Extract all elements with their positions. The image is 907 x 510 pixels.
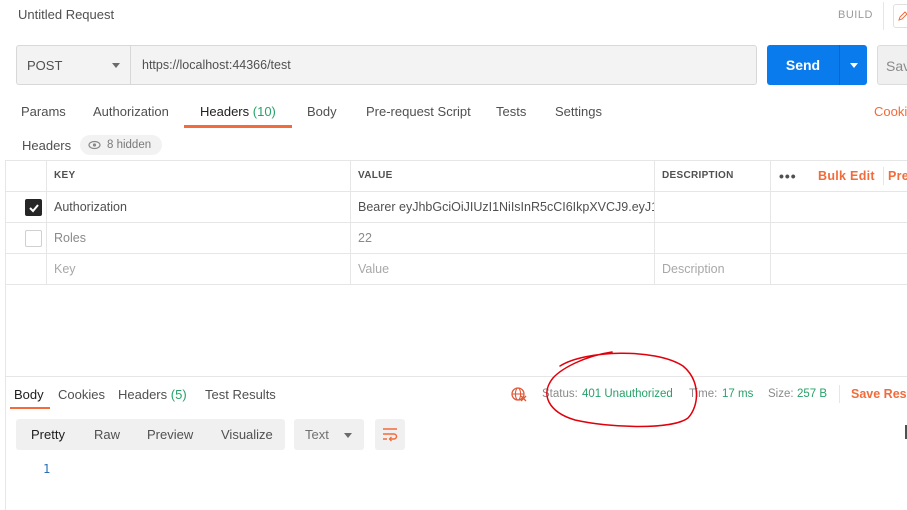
time-label: Time: (689, 388, 718, 400)
send-options-dropdown[interactable] (839, 45, 867, 85)
tab-label: Params (21, 104, 66, 119)
request-title[interactable]: Untitled Request (18, 7, 114, 22)
divider (883, 2, 884, 30)
row-checkbox[interactable] (25, 199, 42, 216)
bulk-edit-link[interactable]: Bulk Edit (818, 161, 875, 191)
view-pretty-button[interactable]: Pretty (31, 427, 65, 442)
row-actions-cell (771, 254, 907, 284)
response-panel: Body Cookies Headers (5) Test Results St… (6, 376, 907, 510)
divider (883, 167, 884, 185)
tab-label: Pre-request Script (366, 104, 471, 119)
row-checkbox[interactable] (25, 230, 42, 247)
tab-pre-request-script[interactable]: Pre-request Script (366, 104, 471, 119)
request-tabs: Params Authorization Headers (10) Body P… (0, 98, 907, 128)
description-cell[interactable] (655, 192, 771, 222)
tab-label: Headers (200, 104, 250, 119)
line-number: 1 (43, 462, 51, 476)
time-value[interactable]: 17 ms (722, 388, 753, 400)
response-tab-test-results[interactable]: Test Results (205, 387, 276, 402)
tab-headers[interactable]: Headers (10) (200, 104, 276, 119)
send-button[interactable]: Send (767, 45, 839, 85)
wrap-lines-button[interactable] (375, 419, 405, 450)
more-icon[interactable]: ••• (779, 161, 797, 191)
column-header-description: DESCRIPTION (655, 161, 771, 191)
save-button[interactable]: Save (877, 45, 907, 85)
new-key-input[interactable]: Key (47, 254, 351, 284)
status-value[interactable]: 401 Unauthorized (582, 388, 673, 400)
key-cell[interactable]: Roles (47, 223, 351, 253)
tab-params[interactable]: Params (21, 104, 66, 119)
value-cell[interactable]: 22 (351, 223, 655, 253)
wrap-icon (383, 428, 398, 442)
new-description-input[interactable]: Description (655, 254, 771, 284)
build-mode-label[interactable]: BUILD (838, 9, 873, 21)
method-label: POST (27, 58, 63, 73)
tab-count: (5) (170, 387, 187, 402)
hidden-headers-toggle[interactable]: 8 hidden (80, 135, 162, 155)
active-tab-indicator (184, 125, 292, 128)
chevron-down-icon (112, 63, 120, 68)
view-preview-button[interactable]: Preview (147, 427, 193, 442)
row-actions-cell (771, 192, 907, 222)
new-value-input[interactable]: Value (351, 254, 655, 284)
size-value[interactable]: 257 B (797, 388, 827, 400)
tab-settings[interactable]: Settings (555, 104, 602, 119)
check-icon (29, 204, 39, 213)
response-tab-body[interactable]: Body (14, 387, 44, 402)
checkbox-cell (6, 192, 47, 222)
eye-icon (88, 140, 101, 150)
tab-label: Tests (496, 104, 527, 119)
tab-tests[interactable]: Tests (496, 104, 526, 119)
format-label: Text (305, 427, 329, 442)
row-actions-cell (771, 223, 907, 253)
headers-section-title: Headers (22, 138, 72, 153)
new-header-row: Key Value Description (6, 254, 907, 285)
tab-authorization[interactable]: Authorization (93, 104, 169, 119)
table-header-cell (6, 161, 47, 191)
response-tab-cookies[interactable]: Cookies (58, 387, 105, 402)
view-mode-group: Pretty Raw Preview Visualize (16, 419, 285, 450)
checkbox-cell (6, 223, 47, 253)
tab-body[interactable]: Body (307, 104, 337, 119)
table-actions: ••• Bulk Edit Presets (771, 161, 907, 191)
hidden-count: 8 hidden (107, 139, 152, 151)
description-cell[interactable] (655, 223, 771, 253)
tab-label: Body (307, 104, 337, 119)
view-visualize-button[interactable]: Visualize (221, 427, 273, 442)
column-header-key: KEY (47, 161, 351, 191)
response-tab-headers[interactable]: Headers (5) (118, 387, 187, 402)
save-response-button[interactable]: Save Response (851, 387, 907, 401)
tab-label: Authorization (93, 104, 169, 119)
table-row: Authorization Bearer eyJhbGciOiJIUzI1NiI… (6, 192, 907, 223)
column-header-value: VALUE (351, 161, 655, 191)
method-select[interactable]: POST (16, 45, 131, 85)
edit-icon[interactable] (893, 4, 907, 28)
divider (839, 385, 840, 403)
cookies-link[interactable]: Cookies (874, 104, 907, 119)
request-header: Untitled Request BUILD (0, 0, 907, 32)
tab-label: Settings (555, 104, 602, 119)
status-label: Status: (542, 388, 578, 400)
table-header-row: KEY VALUE DESCRIPTION ••• Bulk Edit Pres… (6, 161, 907, 192)
tab-label: Headers (118, 387, 168, 402)
table-row: Roles 22 (6, 223, 907, 254)
active-tab-indicator (10, 407, 50, 409)
key-cell[interactable]: Authorization (47, 192, 351, 222)
url-input[interactable]: https://localhost:44366/test (131, 45, 757, 85)
checkbox-cell (6, 254, 47, 284)
tab-count: (10) (252, 104, 276, 119)
presets-link[interactable]: Presets (888, 161, 907, 191)
headers-table: KEY VALUE DESCRIPTION ••• Bulk Edit Pres… (6, 160, 907, 285)
globe-icon[interactable] (511, 386, 527, 402)
chevron-down-icon (344, 433, 352, 438)
view-raw-button[interactable]: Raw (94, 427, 120, 442)
format-select[interactable]: Text (294, 419, 364, 450)
value-cell[interactable]: Bearer eyJhbGciOiJIUzI1NiIsInR5cCI6IkpXV… (351, 192, 655, 222)
size-label: Size: (768, 388, 794, 400)
